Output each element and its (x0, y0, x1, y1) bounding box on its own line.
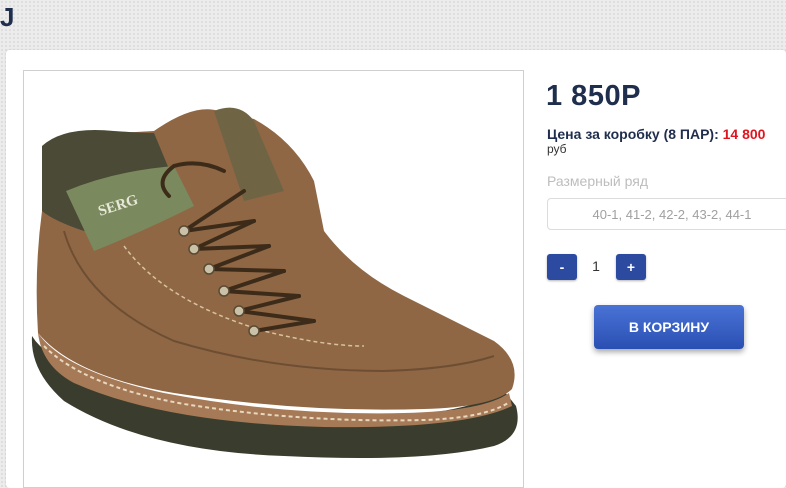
add-to-cart-button[interactable]: В КОРЗИНУ (594, 305, 744, 349)
page-heading: J (0, 2, 15, 32)
quantity-increase-button[interactable]: + (616, 254, 646, 280)
box-price-value: 14 800 (722, 126, 766, 142)
boot-image: SERG (31, 107, 518, 459)
box-price: Цена за коробку (8 ПАР): 14 800 (547, 126, 765, 142)
quantity-value[interactable]: 1 (583, 258, 609, 274)
size-range-value: 40-1, 41-2, 42-2, 43-2, 44-1 (592, 206, 752, 222)
product-price: 1 850Р (546, 80, 641, 112)
currency-label: руб (547, 142, 567, 156)
box-price-label: Цена за коробку (8 ПАР): (547, 126, 719, 142)
size-range-label: Размерный ряд (547, 173, 649, 189)
quantity-decrease-button[interactable]: - (547, 254, 577, 280)
product-image[interactable]: SERG (23, 70, 524, 488)
size-range-field[interactable]: 40-1, 41-2, 42-2, 43-2, 44-1 (547, 198, 786, 230)
